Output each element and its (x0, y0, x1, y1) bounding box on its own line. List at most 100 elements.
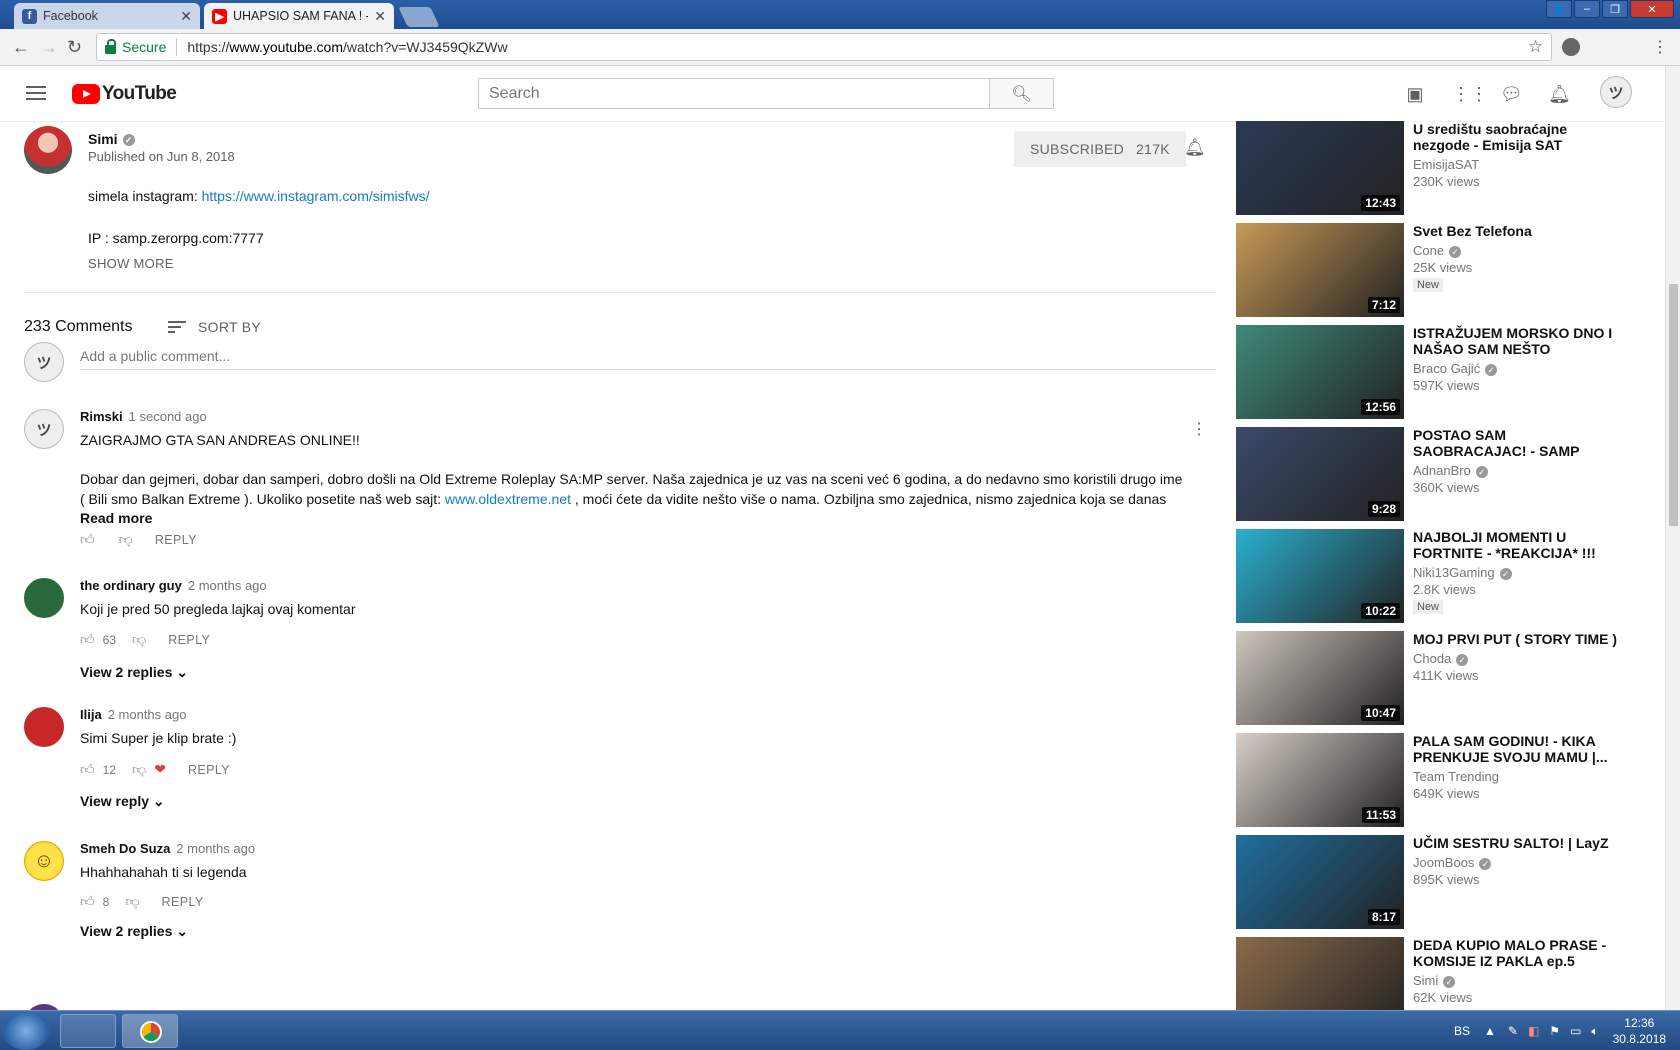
view-replies-button[interactable]: View 2 replies ⌄ (80, 664, 188, 681)
video-title[interactable]: DEDA KUPIO MALO PRASE - KOMSIJE IZ PAKLA… (1413, 937, 1623, 969)
view-replies-button[interactable]: View reply ⌄ (80, 793, 165, 810)
network-icon[interactable]: ▭ (1570, 1024, 1581, 1038)
comment-time[interactable]: 1 second ago (129, 409, 207, 424)
oldextreme-link[interactable]: www.oldextreme.net (445, 491, 571, 507)
related-video-item[interactable]: 12:56 ISTRAŽUJEM MORSKO DNO I NAŠAO SAM N… (1236, 325, 1656, 419)
bookmark-star-icon[interactable]: ☆ (1528, 37, 1543, 57)
comment-avatar[interactable] (24, 707, 64, 747)
search-button[interactable]: 🔍︎ (989, 79, 1053, 108)
comment-author[interactable]: the ordinary guy (80, 578, 182, 593)
video-thumbnail[interactable]: 10:22 (1236, 529, 1404, 623)
comment-time[interactable]: 2 months ago (188, 578, 267, 593)
comment-avatar[interactable]: ツ (24, 409, 64, 449)
add-comment-input[interactable]: Add a public comment... (80, 348, 1216, 370)
volume-icon[interactable]: 🔈︎ (1591, 1024, 1598, 1039)
video-thumbnail[interactable]: 9:28 (1236, 427, 1404, 521)
chrome-menu-icon[interactable]: ⋮ (1652, 37, 1668, 57)
comment-time[interactable]: 2 months ago (176, 841, 255, 856)
related-video-item[interactable]: 10:22 NAJBOLJI MOMENTI U FORTNITE - *REAK… (1236, 529, 1656, 623)
thumbs-up-icon[interactable]: 👍︎ (80, 531, 95, 548)
read-more-button[interactable]: Read more (80, 509, 1210, 529)
user-icon[interactable]: 👤 (1546, 0, 1572, 18)
video-title[interactable]: U središtu saobraćajne nezgode - Emisija… (1413, 121, 1623, 153)
comment-author[interactable]: Ilija (80, 707, 102, 722)
video-channel[interactable]: Choda ✓ (1413, 651, 1623, 666)
messages-icon[interactable]: 💬︎ (1500, 84, 1523, 104)
video-thumbnail[interactable]: 12:56 (1236, 325, 1404, 419)
video-channel[interactable]: JoomBoos ✓ (1413, 855, 1623, 870)
comment-author[interactable]: Rimski (80, 409, 123, 424)
more-actions-icon[interactable]: ⋮ (1191, 419, 1207, 439)
video-title[interactable]: UČIM SESTRU SALTO! | LayZ (1413, 835, 1623, 851)
search-input[interactable] (479, 79, 989, 108)
thumbs-down-icon[interactable]: 👎︎ (132, 761, 146, 778)
video-channel[interactable]: Braco Gajić ✓ (1413, 361, 1623, 376)
close-window-button[interactable]: ✕ (1630, 0, 1674, 18)
instagram-link[interactable]: https://www.instagram.com/simisfws/ (202, 188, 430, 204)
taskbar-app[interactable] (60, 1014, 116, 1048)
reply-button[interactable]: REPLY (188, 763, 230, 777)
thumbs-up-icon[interactable]: 👍︎ (80, 761, 95, 778)
video-channel[interactable]: Cone ✓ (1413, 243, 1623, 258)
related-video-item[interactable]: 12:43 U središtu saobraćajne nezgode - Em… (1236, 121, 1656, 215)
video-title[interactable]: PALA SAM GODINU! - KIKA PRENKUJE SVOJU M… (1413, 733, 1623, 765)
video-title[interactable]: MOJ PRVI PUT ( STORY TIME ) (1413, 631, 1623, 647)
video-channel[interactable]: AdnanBro ✓ (1413, 463, 1623, 478)
apps-grid-icon[interactable]: ⋮⋮ (1452, 84, 1488, 104)
view-replies-button[interactable]: View 2 replies ⌄ (80, 923, 188, 940)
antivirus-icon[interactable]: ◧ (1528, 1024, 1539, 1038)
video-thumbnail[interactable]: 12:43 (1236, 121, 1404, 215)
video-title[interactable]: NAJBOLJI MOMENTI U FORTNITE - *REAKCIJA*… (1413, 529, 1623, 561)
close-tab-icon[interactable]: ✕ (180, 8, 192, 25)
thumbs-up-icon[interactable]: 👍︎ (80, 631, 95, 648)
comment-author[interactable]: Smeh Do Suza (80, 841, 170, 856)
video-channel[interactable]: Niki13Gaming ✓ (1413, 565, 1623, 580)
scrollbar-thumb[interactable] (1669, 284, 1678, 526)
new-tab-button[interactable] (398, 7, 440, 27)
reply-button[interactable]: REPLY (162, 895, 204, 909)
extension-icon[interactable] (1562, 38, 1580, 56)
video-title[interactable]: POSTAO SAM SAOBRACAJAC! - SAMP RolePlay … (1413, 427, 1623, 459)
restore-button[interactable]: ❐ (1602, 0, 1628, 18)
video-channel[interactable]: Simi ✓ (1413, 973, 1623, 988)
close-tab-icon[interactable]: ✕ (374, 8, 386, 25)
reply-button[interactable]: REPLY (155, 533, 197, 547)
address-bar[interactable]: Secure https://www.youtube.com/watch?v=W… (96, 33, 1552, 61)
taskbar-chrome[interactable] (122, 1014, 178, 1048)
start-button[interactable] (2, 1012, 50, 1050)
video-title[interactable]: Svet Bez Telefona (1413, 223, 1623, 239)
thumbs-up-icon[interactable]: 👍︎ (80, 893, 95, 910)
minimize-button[interactable]: – (1574, 0, 1600, 18)
flag-icon[interactable]: ⚑ (1549, 1024, 1560, 1038)
channel-name[interactable]: Simi ✓ (88, 131, 135, 147)
tray-pen-icon[interactable]: ✎ (1508, 1024, 1518, 1038)
notifications-bell-icon[interactable]: 🔔︎ (1548, 84, 1571, 104)
related-video-item[interactable]: 8:17 UČIM SESTRU SALTO! | LayZ JoomBoos ✓ 89… (1236, 835, 1656, 929)
channel-avatar[interactable] (24, 126, 72, 174)
upload-video-icon[interactable]: ▣ (1404, 84, 1426, 104)
menu-icon[interactable] (26, 86, 46, 100)
tab-youtube[interactable]: ▶ UHAPSIO SAM FANA ! - Y ✕ (204, 3, 394, 29)
related-video-item[interactable]: DEDA KUPIO MALO PRASE - KOMSIJE IZ PAKLA… (1236, 937, 1656, 1010)
sort-by-button[interactable]: SORT BY (168, 318, 261, 336)
language-indicator[interactable]: BS (1454, 1024, 1470, 1038)
thumbs-down-icon[interactable]: 👎︎ (132, 631, 146, 648)
video-thumbnail[interactable]: 10:47 (1236, 631, 1404, 725)
video-thumbnail[interactable]: 8:17 (1236, 835, 1404, 929)
comment-avatar[interactable]: ☺ (24, 841, 64, 881)
related-video-item[interactable]: 7:12 Svet Bez Telefona Cone ✓ 25K views New (1236, 223, 1656, 317)
related-video-item[interactable]: 10:47 MOJ PRVI PUT ( STORY TIME ) Choda ✓ 41… (1236, 631, 1656, 725)
subscribed-button[interactable]: SUBSCRIBED 217K (1014, 131, 1186, 167)
account-avatar[interactable]: ツ (1600, 76, 1632, 108)
video-channel[interactable]: Team Trending (1413, 769, 1623, 784)
comment-avatar[interactable] (24, 578, 64, 618)
related-video-item[interactable]: 11:53 PALA SAM GODINU! - KIKA PRENKUJE SV… (1236, 733, 1656, 827)
scrollbar[interactable] (1665, 66, 1680, 1010)
video-thumbnail[interactable]: 11:53 (1236, 733, 1404, 827)
reply-button[interactable]: REPLY (168, 633, 210, 647)
thumbs-down-icon[interactable]: 👎︎ (119, 531, 133, 548)
comment-time[interactable]: 2 months ago (108, 707, 187, 722)
video-title[interactable]: ISTRAŽUJEM MORSKO DNO I NAŠAO SAM NEŠTO (1413, 325, 1623, 357)
show-more-button[interactable]: SHOW MORE (88, 256, 174, 271)
notification-bell-icon[interactable]: 🔔︎ (1184, 138, 1206, 158)
